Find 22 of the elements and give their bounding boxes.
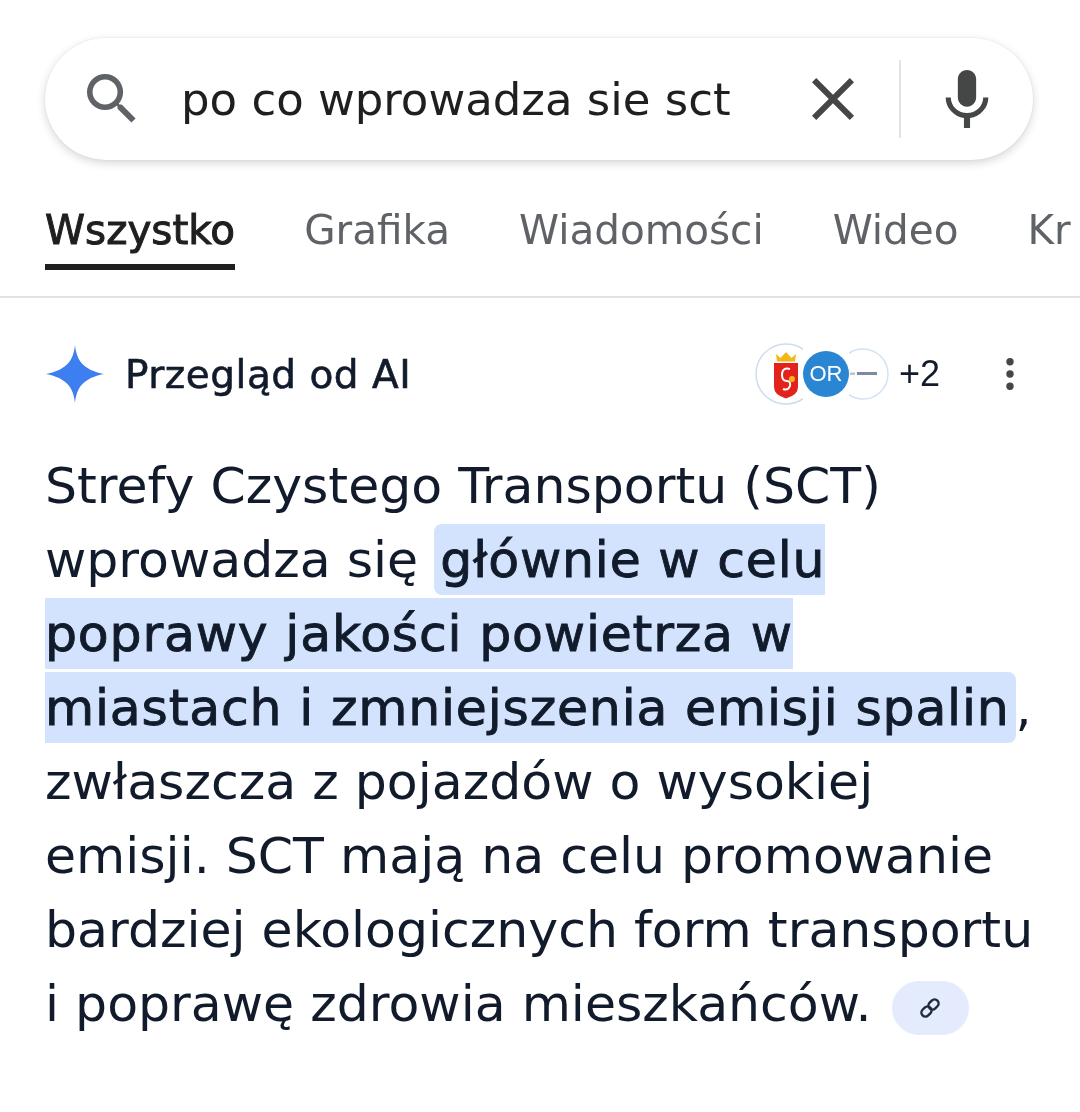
answer-text: Strefy Czystego Transportu (SCT) wprowadza się głównie w celu poprawy jakości powietrza w miastach i zmniejszenia emisji spalin, zwłaszcza z pojazdów o wysokiej emisji. SCT mają na celu promowanie bardziej ekologicznych form transportu i poprawę zdrowia mieszkańców. — [44, 455, 1035, 1037]
clear-button[interactable] — [812, 78, 854, 120]
source-count[interactable]: +2 — [898, 353, 940, 395]
sparkle-icon — [46, 345, 104, 403]
more-options-button[interactable] — [1004, 358, 1016, 390]
search-input[interactable]: po co wprowadza sie sct — [181, 72, 812, 126]
search-tab[interactable]: Wideo — [832, 206, 959, 270]
source-icon[interactable] — [848, 348, 889, 400]
search-tab[interactable]: Wiadomości — [519, 206, 764, 270]
source-link-button[interactable] — [891, 980, 969, 1035]
search-icon — [87, 74, 137, 124]
search-tab[interactable]: Kr — [1027, 206, 1071, 270]
overview-title: Przegląd od AI — [125, 351, 412, 397]
close-icon — [812, 78, 854, 120]
source-logo[interactable]: OR — [802, 351, 849, 397]
search-bar[interactable]: po co wprowadza sie sct — [45, 38, 1033, 160]
link-icon — [918, 995, 943, 1020]
more-icon — [1004, 358, 1016, 390]
search-tab[interactable]: Grafika — [304, 206, 451, 270]
search-tab[interactable]: Wszystko — [45, 206, 236, 270]
microphone-icon — [945, 70, 989, 128]
voice-search-button[interactable] — [945, 70, 989, 128]
